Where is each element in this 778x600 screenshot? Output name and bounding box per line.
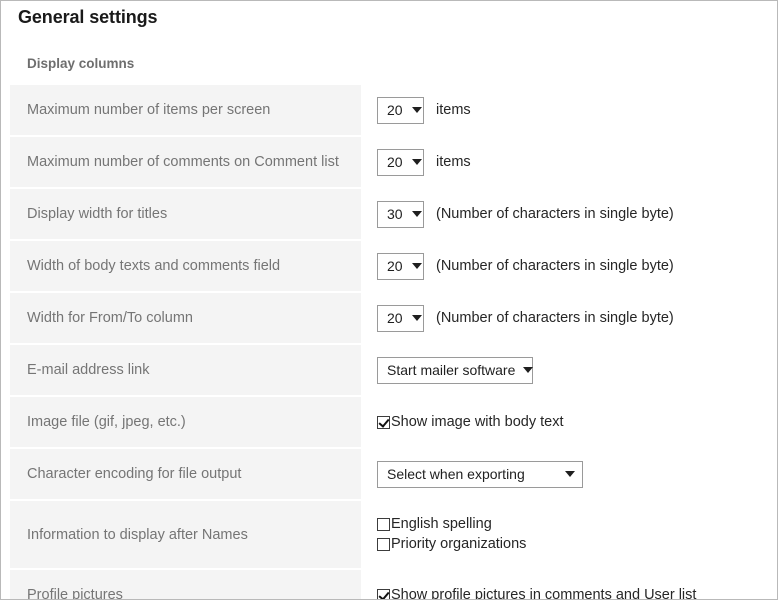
chevron-down-icon <box>411 315 422 321</box>
select-suffix-label: (Number of characters in single byte) <box>436 206 674 222</box>
checkbox-row[interactable]: Priority organizations <box>377 536 526 553</box>
select-value: 20 <box>387 154 403 170</box>
select-value: 20 <box>387 310 403 326</box>
checkbox-label[interactable]: Priority organizations <box>390 536 526 553</box>
select-value: 20 <box>387 102 403 118</box>
general-settings-page: General settings Display columns Maximum… <box>0 0 778 600</box>
select-suffix-label: (Number of characters in single byte) <box>436 258 674 274</box>
row-label-e-mail-address-link: E-mail address link <box>10 345 361 395</box>
chevron-down-icon <box>411 107 422 113</box>
select-suffix-label: items <box>436 102 471 118</box>
chevron-down-icon <box>523 367 534 373</box>
row-control-character-encoding-for-file-output: Select when exporting <box>361 449 770 499</box>
settings-row: Maximum number of comments on Comment li… <box>10 137 770 187</box>
section-title-display-columns: Display columns <box>27 56 135 71</box>
chevron-down-icon <box>565 471 575 477</box>
checkbox-row[interactable]: Show profile pictures in comments and Us… <box>377 587 696 600</box>
row-control-width-for-from-to-column: 20 (Number of characters in single byte) <box>361 293 770 343</box>
select-width-for-from-to-column[interactable]: 20 <box>377 304 424 332</box>
row-control-e-mail-address-link: Start mailer software <box>361 345 770 395</box>
select-value: Start mailer software <box>387 362 516 378</box>
checkbox-label[interactable]: Show profile pictures in comments and Us… <box>390 587 696 600</box>
checkbox-priority-organizations[interactable] <box>377 538 390 551</box>
checkbox-row[interactable]: English spelling <box>377 516 492 533</box>
select-width-of-body-texts-and-comments-field[interactable]: 20 <box>377 252 424 280</box>
settings-row: Maximum number of items per screen 20 item… <box>10 85 770 135</box>
settings-row: Profile pictures Show profile pictures in… <box>10 570 770 600</box>
select-value: Select when exporting <box>387 466 525 482</box>
checkbox-show-profile-pictures-in-comments-and-user-list[interactable] <box>377 588 390 599</box>
row-label-maximum-number-of-comments-on-comment-list: Maximum number of comments on Comment li… <box>10 137 361 187</box>
select-suffix-label: items <box>436 154 471 170</box>
row-control-image-file-gif-jpeg-etc: Show image with body text <box>361 397 770 447</box>
row-control-display-width-for-titles: 30 (Number of characters in single byte) <box>361 189 770 239</box>
page-title: General settings <box>18 7 158 27</box>
row-label-character-encoding-for-file-output: Character encoding for file output <box>10 449 361 499</box>
row-control-profile-pictures: Show profile pictures in comments and Us… <box>361 570 770 600</box>
row-label-width-for-from-to-column: Width for From/To column <box>10 293 361 343</box>
select-e-mail-address-link[interactable]: Start mailer software <box>377 356 534 384</box>
row-label-maximum-number-of-items-per-screen: Maximum number of items per screen <box>10 85 361 135</box>
checkbox-show-image-with-body-text[interactable] <box>377 415 390 429</box>
row-control-maximum-number-of-comments-on-comment-list: 20 items <box>361 137 770 187</box>
settings-table: Maximum number of items per screen 20 item… <box>10 85 770 600</box>
select-value: 20 <box>387 258 403 274</box>
select-maximum-number-of-items-per-screen[interactable]: 20 <box>377 96 424 124</box>
settings-row: Display width for titles 30 (Number of cha… <box>10 189 770 239</box>
row-label-information-to-display-after-names: Information to display after Names <box>10 501 361 568</box>
checkbox-label[interactable]: English spelling <box>390 516 492 533</box>
row-label-width-of-body-texts-and-comments-field: Width of body texts and comments field <box>10 241 361 291</box>
checkbox-english-spelling[interactable] <box>377 518 390 531</box>
row-label-display-width-for-titles: Display width for titles <box>10 189 361 239</box>
row-control-information-to-display-after-names: English spelling Priority organizations <box>361 501 770 568</box>
settings-row: Width of body texts and comments field 20… <box>10 241 770 291</box>
row-label-image-file-gif-jpeg-etc: Image file (gif, jpeg, etc.) <box>10 397 361 447</box>
checkbox-row[interactable]: Show image with body text <box>377 414 563 431</box>
settings-row: Character encoding for file output Select… <box>10 449 770 499</box>
select-maximum-number-of-comments-on-comment-list[interactable]: 20 <box>377 148 424 176</box>
chevron-down-icon <box>411 211 422 217</box>
row-control-maximum-number-of-items-per-screen: 20 items <box>361 85 770 135</box>
checkbox-label[interactable]: Show image with body text <box>390 414 563 431</box>
select-display-width-for-titles[interactable]: 30 <box>377 200 424 228</box>
select-value: 30 <box>387 206 403 222</box>
select-suffix-label: (Number of characters in single byte) <box>436 310 674 326</box>
row-control-width-of-body-texts-and-comments-field: 20 (Number of characters in single byte) <box>361 241 770 291</box>
row-label-profile-pictures: Profile pictures <box>10 570 361 599</box>
chevron-down-icon <box>411 159 422 165</box>
settings-row: Width for From/To column 20 (Number of cha… <box>10 293 770 343</box>
settings-row: Information to display after Names Englis… <box>10 501 770 568</box>
chevron-down-icon <box>411 263 422 269</box>
settings-row: E-mail address link Start mailer software <box>10 345 770 395</box>
settings-row: Image file (gif, jpeg, etc.) Show image w… <box>10 397 770 447</box>
select-character-encoding-for-file-output[interactable]: Select when exporting <box>377 460 583 488</box>
